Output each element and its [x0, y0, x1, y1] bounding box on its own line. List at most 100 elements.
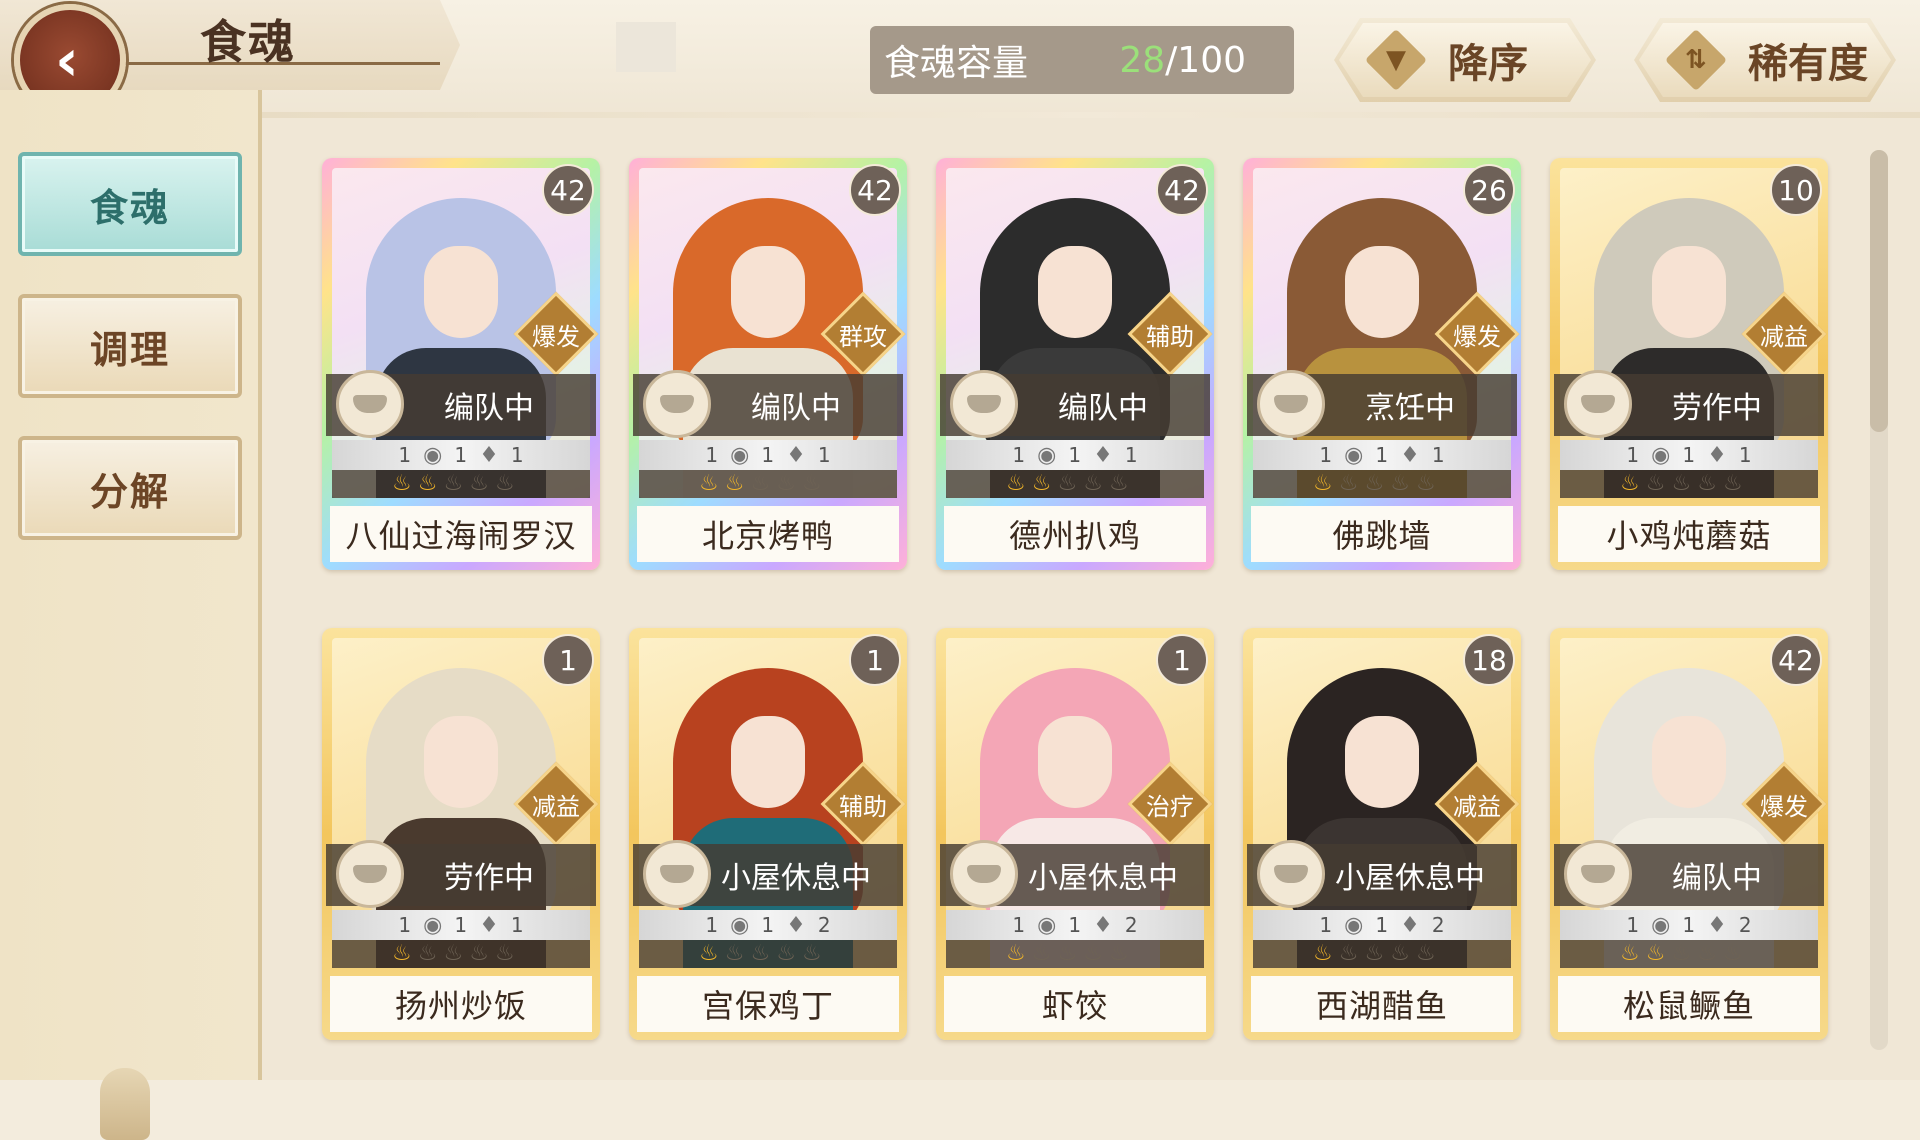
sort-order-label: 降序 [1448, 40, 1528, 87]
flame-icon: ♨ [1031, 941, 1052, 966]
flame-icon: ♨ [1415, 471, 1436, 496]
flame-icon: ♨ [776, 941, 796, 966]
scrollbar-thumb[interactable] [1870, 150, 1888, 432]
character-face [1038, 246, 1112, 338]
status-bar: 劳作中 [1554, 370, 1824, 438]
flame-icon: ♨ [1620, 941, 1640, 966]
water-drop-icon: ◉ [1344, 912, 1364, 938]
stat-value: 1 [1682, 443, 1696, 467]
flame-icon: ♨ [699, 471, 719, 496]
status-bar: 编队中 [326, 370, 596, 438]
stat-value: 1 [1068, 443, 1082, 467]
card-name: 扬州炒饭 [330, 976, 592, 1032]
status-bar: 编队中 [1554, 840, 1824, 908]
food-soul-card[interactable]: 42 爆发 编队中 1 ◉ 1 ♦ 1 ♨ ♨ ♨ ♨ ♨ 八仙过海闹罗汉 [322, 158, 600, 570]
flame-icon: ♨ [417, 471, 438, 496]
flame-icon: ♨ [1031, 471, 1052, 496]
role-label: 爆发 [1453, 322, 1501, 351]
food-soul-card[interactable]: 1 治疗 小屋休息中 1 ◉ 1 ♦ 2 ♨ ♨ ♨ ♨ ♨ 虾饺 [936, 628, 1214, 1040]
flame-drop-icon: ♦ [1707, 912, 1727, 938]
swap-arrows-icon: ⇅ [1664, 28, 1728, 92]
status-label: 编队中 [444, 391, 534, 426]
water-drop-icon: ◉ [1651, 442, 1671, 468]
stat-value: 1 [1738, 443, 1752, 467]
food-soul-card[interactable]: 42 群攻 编队中 1 ◉ 1 ♦ 1 ♨ ♨ ♨ ♨ ♨ 北京烤鸭 [629, 158, 907, 570]
sidebar-ornament [100, 1068, 150, 1140]
sidebar-item-cultivate[interactable]: 调理 [18, 294, 242, 398]
food-soul-card[interactable]: 10 减益 劳作中 1 ◉ 1 ♦ 1 ♨ ♨ ♨ ♨ ♨ 小鸡炖蘑菇 [1550, 158, 1828, 570]
stat-row: 1 ◉ 1 ♦ 2 [946, 910, 1204, 940]
flame-icon: ♨ [1671, 941, 1692, 966]
stat-value: 1 [510, 443, 524, 467]
flame-icon: ♨ [1083, 471, 1103, 496]
flame-icon: ♨ [1722, 941, 1743, 966]
flame-icon: ♨ [392, 941, 412, 966]
capacity-total: /100 [1165, 39, 1246, 81]
page-title: 食魂 [200, 15, 296, 69]
flame-icon: ♨ [801, 471, 822, 496]
sidebar-item-food-souls[interactable]: 食魂 [18, 152, 242, 256]
star-flames: ♨ ♨ ♨ ♨ ♨ [639, 940, 897, 968]
status-label: 劳作中 [1672, 391, 1762, 426]
level-badge: 10 [1770, 164, 1822, 216]
sidebar-item-decompose[interactable]: 分解 [18, 436, 242, 540]
food-soul-card[interactable]: 18 减益 小屋休息中 1 ◉ 1 ♦ 2 ♨ ♨ ♨ ♨ ♨ 西湖醋鱼 [1243, 628, 1521, 1040]
star-flames: ♨ ♨ ♨ ♨ ♨ [332, 940, 590, 968]
sort-order-button[interactable]: ▼ 降序 [1334, 18, 1596, 102]
flame-icon: ♨ [1364, 471, 1385, 496]
food-soul-card[interactable]: 1 辅助 小屋休息中 1 ◉ 1 ♦ 2 ♨ ♨ ♨ ♨ ♨ 宫保鸡丁 [629, 628, 907, 1040]
flame-drop-icon: ♦ [479, 442, 499, 468]
flame-icon: ♨ [750, 941, 771, 966]
card-name: 虾饺 [944, 976, 1206, 1032]
stat-row: 1 ◉ 1 ♦ 1 [332, 910, 590, 940]
stat-row: 1 ◉ 1 ♦ 1 [1560, 440, 1818, 470]
flame-icon: ♨ [1108, 471, 1129, 496]
food-soul-card[interactable]: 42 辅助 编队中 1 ◉ 1 ♦ 1 ♨ ♨ ♨ ♨ ♨ 德州扒鸡 [936, 158, 1214, 570]
character-face [731, 246, 805, 338]
status-label: 小屋休息中 [1335, 861, 1485, 896]
level-badge: 42 [1770, 634, 1822, 686]
stat-row: 1 ◉ 1 ♦ 2 [1560, 910, 1818, 940]
role-badge: 治疗 [1134, 768, 1206, 840]
role-label: 辅助 [1146, 322, 1194, 351]
stat-value: 1 [1682, 913, 1696, 937]
star-flames: ♨ ♨ ♨ ♨ ♨ [1253, 940, 1511, 968]
role-badge: 爆发 [1441, 298, 1513, 370]
status-bar: 小屋休息中 [1247, 840, 1517, 908]
status-label: 劳作中 [444, 861, 534, 896]
level-badge: 1 [1156, 634, 1208, 686]
food-soul-card[interactable]: 26 爆发 烹饪中 1 ◉ 1 ♦ 1 ♨ ♨ ♨ ♨ ♨ 佛跳墙 [1243, 158, 1521, 570]
flame-icon: ♨ [776, 471, 796, 496]
stat-value: 1 [1375, 913, 1389, 937]
card-name: 西湖醋鱼 [1251, 976, 1513, 1032]
card-name: 北京烤鸭 [637, 506, 899, 562]
flame-icon: ♨ [469, 941, 489, 966]
flame-icon: ♨ [699, 941, 719, 966]
food-soul-card[interactable]: 42 爆发 编队中 1 ◉ 1 ♦ 2 ♨ ♨ ♨ ♨ ♨ 松鼠鳜鱼 [1550, 628, 1828, 1040]
status-bar: 编队中 [633, 370, 903, 438]
flame-icon: ♨ [1006, 941, 1026, 966]
flame-icon: ♨ [392, 471, 412, 496]
card-name: 八仙过海闹罗汉 [330, 506, 592, 562]
character-face [1038, 716, 1112, 808]
role-label: 群攻 [839, 322, 887, 351]
sidebar-item-label: 调理 [89, 326, 170, 372]
stat-value: 1 [454, 443, 468, 467]
flame-drop-icon: ♦ [786, 442, 806, 468]
stat-row: 1 ◉ 1 ♦ 1 [639, 440, 897, 470]
character-face [424, 246, 498, 338]
flame-icon: ♨ [1390, 941, 1410, 966]
stat-value: 1 [510, 913, 524, 937]
flame-icon: ♨ [1057, 941, 1078, 966]
placeholder-square [616, 22, 676, 72]
character-face [1652, 246, 1726, 338]
sort-key-button[interactable]: ⇅ 稀有度 [1634, 18, 1896, 102]
flame-icon: ♨ [1057, 471, 1078, 496]
stat-row: 1 ◉ 1 ♦ 1 [946, 440, 1204, 470]
flame-icon: ♨ [1645, 471, 1666, 496]
flame-icon: ♨ [443, 941, 464, 966]
role-label: 减益 [532, 792, 580, 821]
stat-value: 1 [1068, 913, 1082, 937]
sidebar-item-label: 分解 [89, 468, 170, 514]
food-soul-card[interactable]: 1 减益劳作中 1 ◉ 1 ♦ 1 ♨ ♨ ♨ ♨ ♨ 扬州炒饭 [322, 628, 600, 1040]
